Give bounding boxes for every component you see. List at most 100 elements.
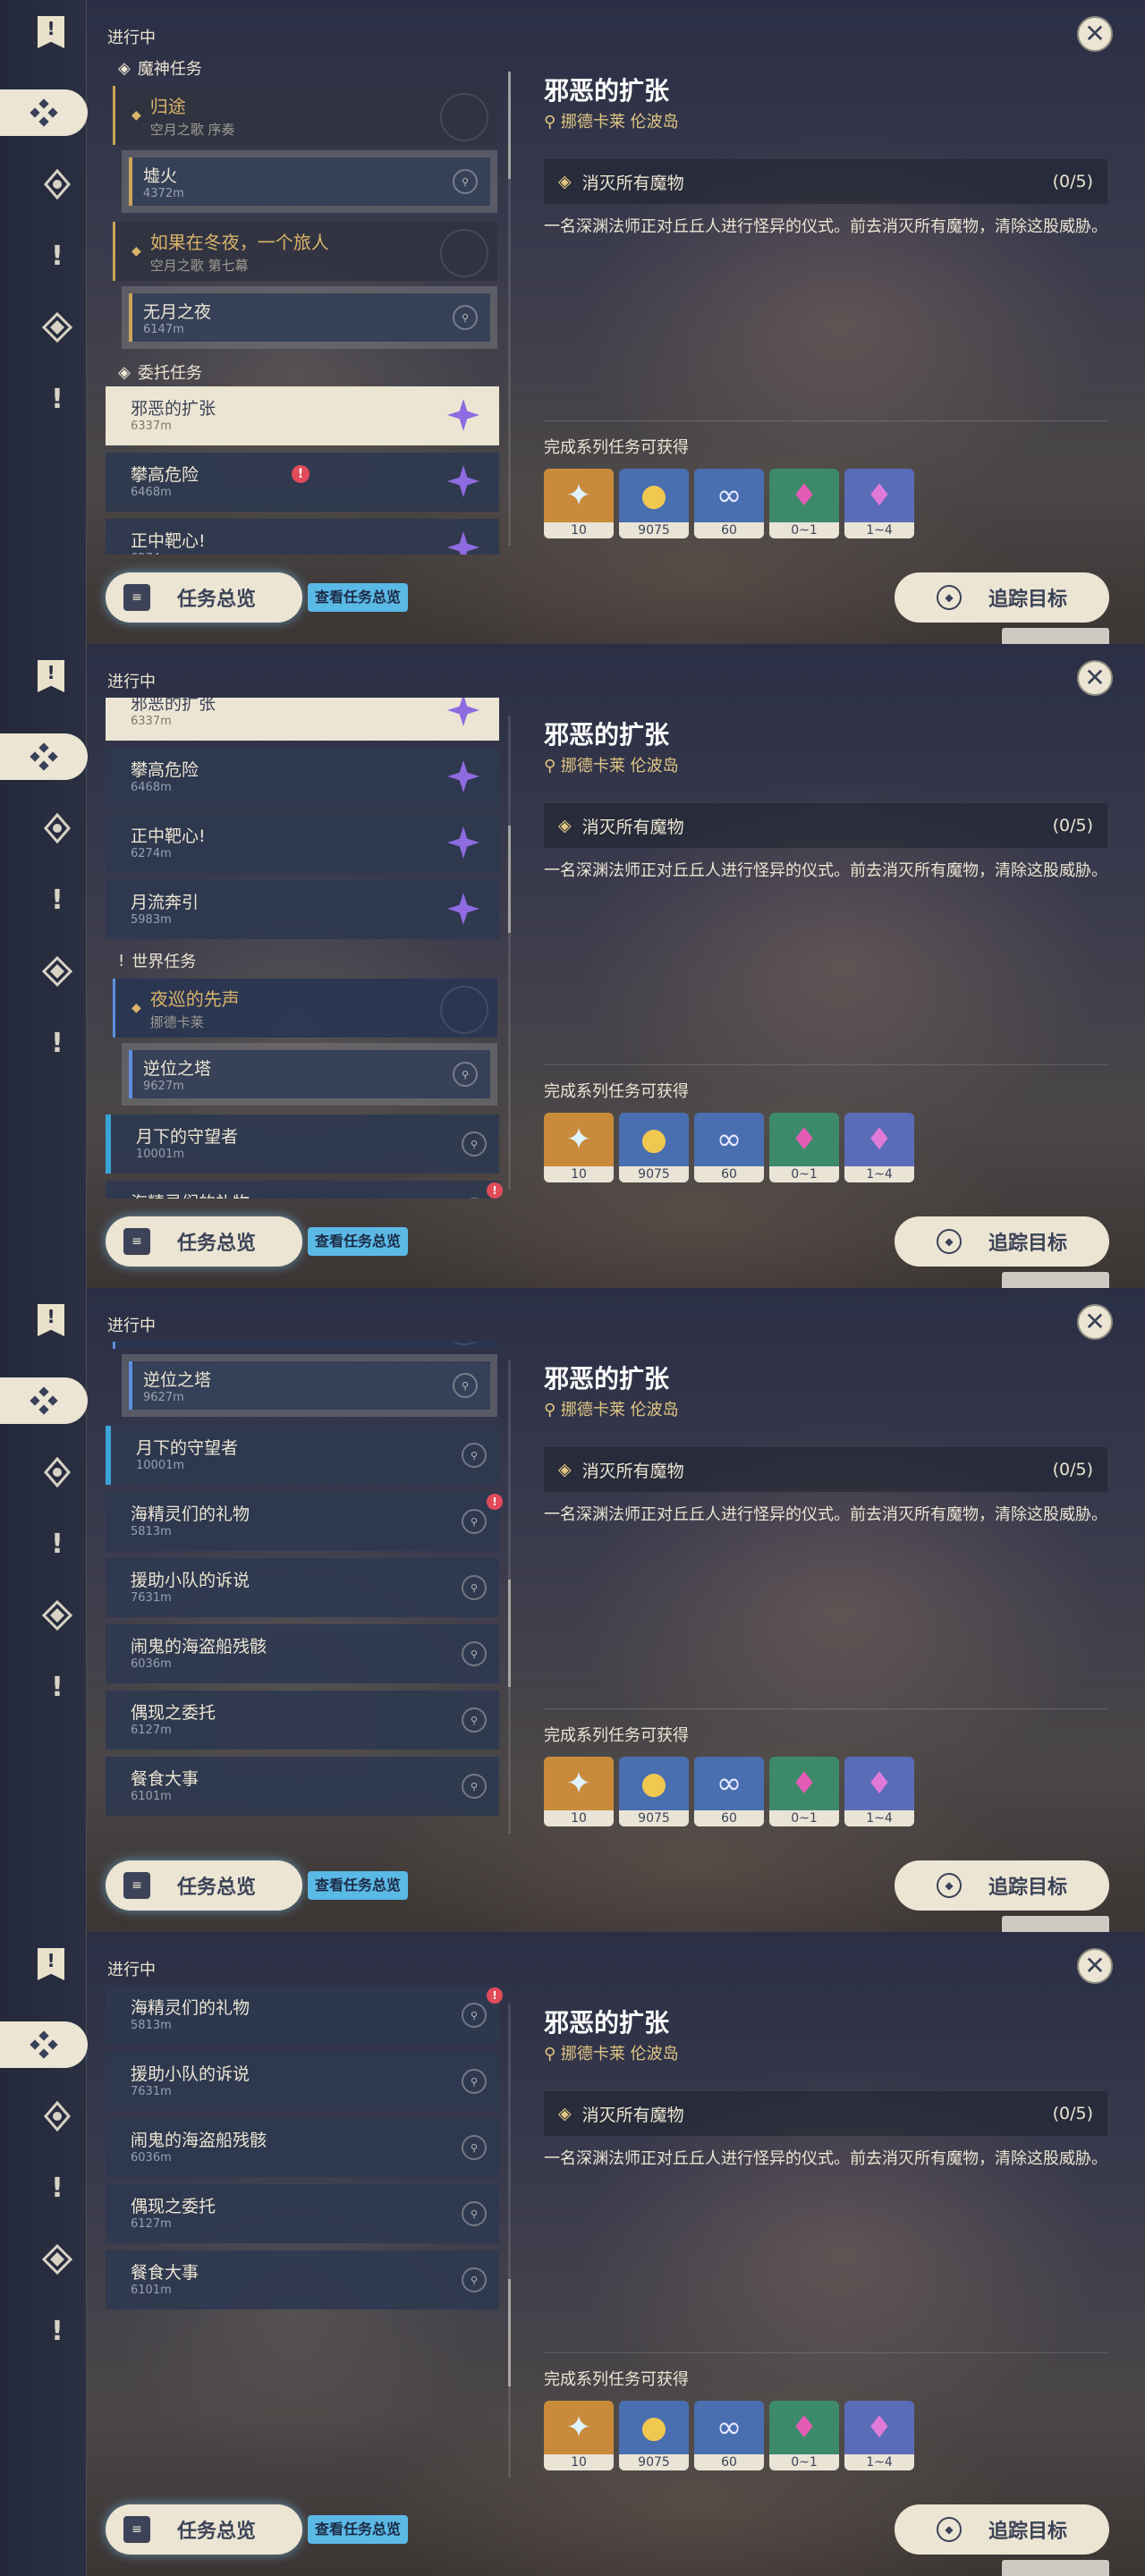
location-pin-icon[interactable]: ⚲ (462, 2201, 487, 2226)
tab-commission-quests[interactable] (34, 948, 81, 995)
overview-hint[interactable]: 查看任务总览 (308, 2515, 409, 2544)
commission-item[interactable]: 正中靶心!6274m (106, 519, 499, 555)
tab-all-quests[interactable] (0, 2021, 88, 2068)
location-pin-icon[interactable]: ⚲ (462, 1774, 487, 1799)
location-pin-icon[interactable]: ⚲ (462, 2003, 487, 2028)
overview-hint[interactable]: 查看任务总览 (308, 583, 409, 612)
overview-hint[interactable]: 查看任务总览 (308, 1227, 409, 1256)
tab-world-quests[interactable]: ! (34, 1664, 81, 1710)
world-quest-item[interactable]: 援助小队的诉说 7631m ⚲ (106, 1558, 499, 1617)
world-quest-item[interactable]: 援助小队的诉说 7631m ⚲ (106, 2052, 499, 2111)
reward-item[interactable]: ∞ 60 (694, 1113, 764, 1182)
location-pin-icon[interactable]: ⚲ (462, 1443, 487, 1468)
quest-list-scrollbar[interactable] (508, 2004, 511, 2478)
world-quest-item[interactable]: 海精灵们的礼物5813m ⚲! (106, 1492, 503, 1551)
bookmark-icon[interactable]: ! (38, 1948, 64, 1980)
world-quest-card[interactable]: ◆夜巡的先声挪德卡莱 (113, 1342, 497, 1349)
reward-item[interactable]: ♦ 0~1 (769, 2401, 839, 2470)
location-pin-icon[interactable]: ⚲ (453, 1062, 478, 1087)
reward-item[interactable]: ♦ 1~4 (844, 1113, 914, 1182)
track-target-button[interactable]: ◆ 追踪目标 (895, 2504, 1109, 2555)
reward-item[interactable]: ✦ 10 (544, 469, 614, 538)
quest-list[interactable]: ◈魔神任务◆归途空月之歌 序奏墟火4372m⚲◆如果在冬夜，一个旅人空月之歌 第… (106, 1342, 508, 1843)
world-quest-item[interactable]: 闹鬼的海盗船残骸 6036m ⚲ (106, 2118, 499, 2177)
bookmark-icon[interactable]: ! (38, 660, 64, 692)
reward-item[interactable]: ● 9075 (619, 1757, 689, 1826)
world-quest-item[interactable]: 月下的守望者 10001m ⚲ (106, 1114, 499, 1174)
world-quest-item[interactable]: 月下的守望者 10001m ⚲ (106, 1426, 499, 1485)
tab-world-quests[interactable]: ! (34, 376, 81, 422)
close-button[interactable]: ✕ (1077, 1948, 1113, 1984)
bookmark-icon[interactable]: ! (38, 16, 64, 48)
quest-step-card[interactable]: 墟火 4372m ⚲ (122, 150, 497, 213)
quest-list-scrollbar[interactable] (508, 72, 511, 546)
reward-item[interactable]: ∞ 60 (694, 469, 764, 538)
location-pin-icon[interactable]: ⚲ (453, 305, 478, 330)
location-pin-icon[interactable]: ⚲ (453, 169, 478, 194)
reward-item[interactable]: ♦ 0~1 (769, 469, 839, 538)
quest-overview-button[interactable]: ≡ 任务总览 (106, 2504, 302, 2555)
reward-item[interactable]: ♦ 1~4 (844, 469, 914, 538)
reward-item[interactable]: ♦ 1~4 (844, 2401, 914, 2470)
commission-item[interactable]: 邪恶的扩张 6337m (106, 698, 499, 741)
tab-story-quests[interactable]: ! (34, 2165, 81, 2211)
world-quest-item[interactable]: 偶现之委托 6127m ⚲ (106, 2184, 499, 2243)
commission-item[interactable]: 邪恶的扩张 6337m (106, 386, 499, 445)
tab-story-quests[interactable]: ! (34, 233, 81, 279)
tab-story-quests[interactable]: ! (34, 1521, 81, 1567)
commission-item[interactable]: 攀高危险 6468m! (106, 453, 499, 512)
reward-item[interactable]: ♦ 0~1 (769, 1113, 839, 1182)
quest-step-card[interactable]: 逆位之塔 9627m ⚲ (122, 1043, 497, 1106)
archon-quest-card[interactable]: ◆ 如果在冬夜，一个旅人 空月之歌 第七幕 (113, 222, 497, 281)
tab-all-quests[interactable] (0, 733, 88, 780)
location-pin-icon[interactable]: ⚲ (462, 2267, 487, 2292)
tab-archon-quests[interactable] (34, 805, 81, 852)
tab-commission-quests[interactable] (34, 2236, 81, 2283)
quest-list[interactable]: ◈魔神任务◆归途空月之歌 序奏墟火4372m⚲◆如果在冬夜，一个旅人空月之歌 第… (106, 54, 508, 555)
tab-world-quests[interactable]: ! (34, 2308, 81, 2354)
track-target-button[interactable]: ◆ 追踪目标 (895, 1216, 1109, 1267)
location-pin-icon[interactable]: ⚲ (462, 2069, 487, 2094)
reward-item[interactable]: ● 9075 (619, 469, 689, 538)
reward-item[interactable]: ● 9075 (619, 1113, 689, 1182)
close-button[interactable]: ✕ (1077, 16, 1113, 52)
commission-item[interactable]: 攀高危险 6468m (106, 748, 499, 807)
quest-step-card[interactable]: 逆位之塔 9627m ⚲ (122, 1354, 497, 1417)
reward-item[interactable]: ∞ 60 (694, 2401, 764, 2470)
reward-item[interactable]: ✦ 10 (544, 2401, 614, 2470)
commission-item[interactable]: 月流奔引 5983m (106, 880, 499, 939)
location-pin-icon[interactable]: ⚲ (453, 1373, 478, 1398)
world-quest-item[interactable]: 闹鬼的海盗船残骸 6036m ⚲ (106, 1624, 499, 1683)
world-quest-item[interactable]: 餐食大事 6101m ⚲ (106, 2250, 499, 2309)
bookmark-icon[interactable]: ! (38, 1304, 64, 1336)
scrollbar-thumb[interactable] (508, 2279, 511, 2386)
close-button[interactable]: ✕ (1077, 660, 1113, 696)
quest-step-card[interactable]: 无月之夜 6147m ⚲ (122, 286, 497, 349)
location-pin-icon[interactable]: ⚲ (462, 1131, 487, 1157)
tab-all-quests[interactable] (0, 1377, 88, 1424)
location-pin-icon[interactable]: ⚲ (462, 1575, 487, 1600)
archon-quest-card[interactable]: ◆ 归途 空月之歌 序奏 (113, 86, 497, 145)
location-pin-icon[interactable]: ⚲ (462, 1509, 487, 1534)
world-quest-item[interactable]: 餐食大事 6101m ⚲ (106, 1757, 499, 1816)
tab-commission-quests[interactable] (34, 1592, 81, 1639)
world-quest-item[interactable]: 海精灵们的礼物5813m ⚲! (106, 1986, 503, 2045)
quest-list[interactable]: ◈魔神任务◆归途空月之歌 序奏墟火4372m⚲◆如果在冬夜，一个旅人空月之歌 第… (106, 698, 508, 1199)
tab-story-quests[interactable]: ! (34, 877, 81, 923)
track-target-button[interactable]: ◆ 追踪目标 (895, 1860, 1109, 1911)
track-target-button[interactable]: ◆ 追踪目标 (895, 572, 1109, 623)
location-pin-icon[interactable]: ⚲ (462, 1707, 487, 1733)
tab-archon-quests[interactable] (34, 2093, 81, 2140)
reward-item[interactable]: ♦ 1~4 (844, 1757, 914, 1826)
commission-item[interactable]: 正中靶心!6274m (106, 814, 499, 873)
scrollbar-thumb[interactable] (508, 1580, 511, 1687)
quest-list-scrollbar[interactable] (508, 716, 511, 1190)
reward-item[interactable]: ∞ 60 (694, 1757, 764, 1826)
quest-list[interactable]: ◈魔神任务◆归途空月之歌 序奏墟火4372m⚲◆如果在冬夜，一个旅人空月之歌 第… (106, 1986, 508, 2487)
close-button[interactable]: ✕ (1077, 1304, 1113, 1340)
reward-item[interactable]: ✦ 10 (544, 1757, 614, 1826)
location-pin-icon[interactable]: ⚲ (462, 2135, 487, 2160)
scrollbar-thumb[interactable] (508, 72, 511, 179)
quest-overview-button[interactable]: ≡ 任务总览 (106, 1860, 302, 1911)
world-quest-card[interactable]: ◆夜巡的先声挪德卡莱 (113, 979, 497, 1038)
